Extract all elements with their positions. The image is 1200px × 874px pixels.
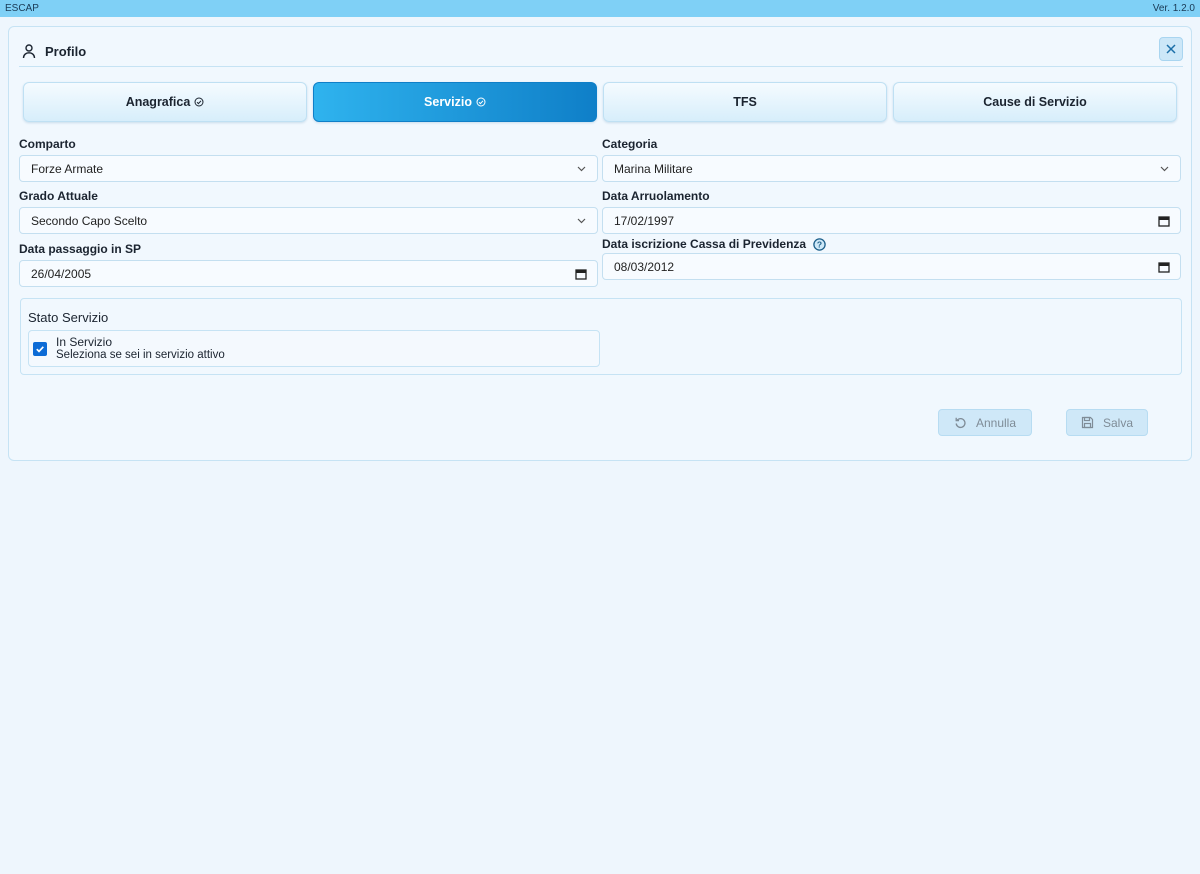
svg-text:?: ? [817, 239, 822, 249]
in-servizio-description: Seleziona se sei in servizio attivo [56, 349, 225, 361]
profile-tabs: Anagrafica Servizio TFS Cause di Servizi… [23, 82, 1183, 122]
check-circle-icon [194, 97, 204, 107]
app-version: Ver. 1.2.0 [1152, 3, 1195, 14]
comparto-value: Forze Armate [31, 161, 104, 176]
comparto-select[interactable]: Forze Armate [19, 155, 598, 182]
close-icon [1166, 44, 1176, 54]
data-arruolamento-value: 17/02/1997 [614, 213, 675, 228]
grado-attuale-label: Grado Attuale [19, 189, 98, 203]
stato-servizio-title: Stato Servizio [28, 310, 109, 325]
data-passaggio-sp-label: Data passaggio in SP [19, 242, 142, 256]
user-icon [21, 43, 37, 59]
data-iscrizione-cassa-label: Data iscrizione Cassa di Previdenza ? [602, 237, 826, 251]
calendar-icon[interactable] [1158, 215, 1170, 227]
data-iscrizione-cassa-value: 08/03/2012 [614, 259, 675, 274]
calendar-icon[interactable] [575, 268, 587, 280]
checkmark-icon [35, 344, 45, 354]
data-passaggio-sp-value: 26/04/2005 [31, 266, 92, 281]
check-circle-icon [476, 97, 486, 107]
categoria-select[interactable]: Marina Militare [602, 155, 1181, 182]
chevron-down-icon [576, 163, 587, 174]
calendar-icon[interactable] [1158, 261, 1170, 273]
categoria-label: Categoria [602, 137, 658, 151]
comparto-label: Comparto [19, 137, 76, 151]
tab-servizio[interactable]: Servizio [313, 82, 597, 122]
tab-label: Servizio [424, 95, 472, 109]
salva-label: Salva [1102, 415, 1134, 430]
help-icon[interactable]: ? [813, 237, 826, 251]
close-button[interactable] [1159, 37, 1183, 61]
categoria-value: Marina Militare [614, 161, 693, 176]
save-icon [1081, 416, 1094, 429]
chevron-down-icon [1159, 163, 1170, 174]
app-title: ESCAP [5, 3, 39, 14]
undo-icon [954, 416, 967, 429]
tab-label: Anagrafica [125, 95, 191, 109]
data-arruolamento-label: Data Arruolamento [602, 189, 710, 203]
panel-header: Profilo [19, 36, 1183, 67]
salva-button[interactable]: Salva [1066, 409, 1148, 436]
annulla-label: Annulla [975, 415, 1017, 430]
data-passaggio-sp-input[interactable]: 26/04/2005 [19, 260, 598, 287]
tab-cause-di-servizio[interactable]: Cause di Servizio [893, 82, 1177, 122]
tab-label: TFS [733, 95, 757, 109]
data-iscrizione-cassa-label-text: Data iscrizione Cassa di Previdenza [602, 237, 807, 251]
data-arruolamento-input[interactable]: 17/02/1997 [602, 207, 1181, 234]
grado-attuale-select[interactable]: Secondo Capo Scelto [19, 207, 598, 234]
stato-servizio-section: Stato Servizio In Servizio Seleziona se … [20, 298, 1182, 375]
in-servizio-option[interactable]: In Servizio Seleziona se sei in servizio… [28, 330, 600, 367]
profile-panel: Profilo Anagrafica Servizio TFS Cause di… [8, 26, 1192, 461]
grado-attuale-value: Secondo Capo Scelto [31, 213, 148, 228]
panel-title: Profilo [45, 43, 87, 59]
data-iscrizione-cassa-input[interactable]: 08/03/2012 [602, 253, 1181, 280]
annulla-button[interactable]: Annulla [938, 409, 1032, 436]
tab-tfs[interactable]: TFS [603, 82, 887, 122]
in-servizio-label: In Servizio [56, 335, 113, 349]
tab-label: Cause di Servizio [983, 95, 1087, 109]
tab-anagrafica[interactable]: Anagrafica [23, 82, 307, 122]
chevron-down-icon [576, 215, 587, 226]
window-titlebar: ESCAP Ver. 1.2.0 [0, 0, 1200, 17]
in-servizio-checkbox[interactable] [33, 342, 47, 356]
